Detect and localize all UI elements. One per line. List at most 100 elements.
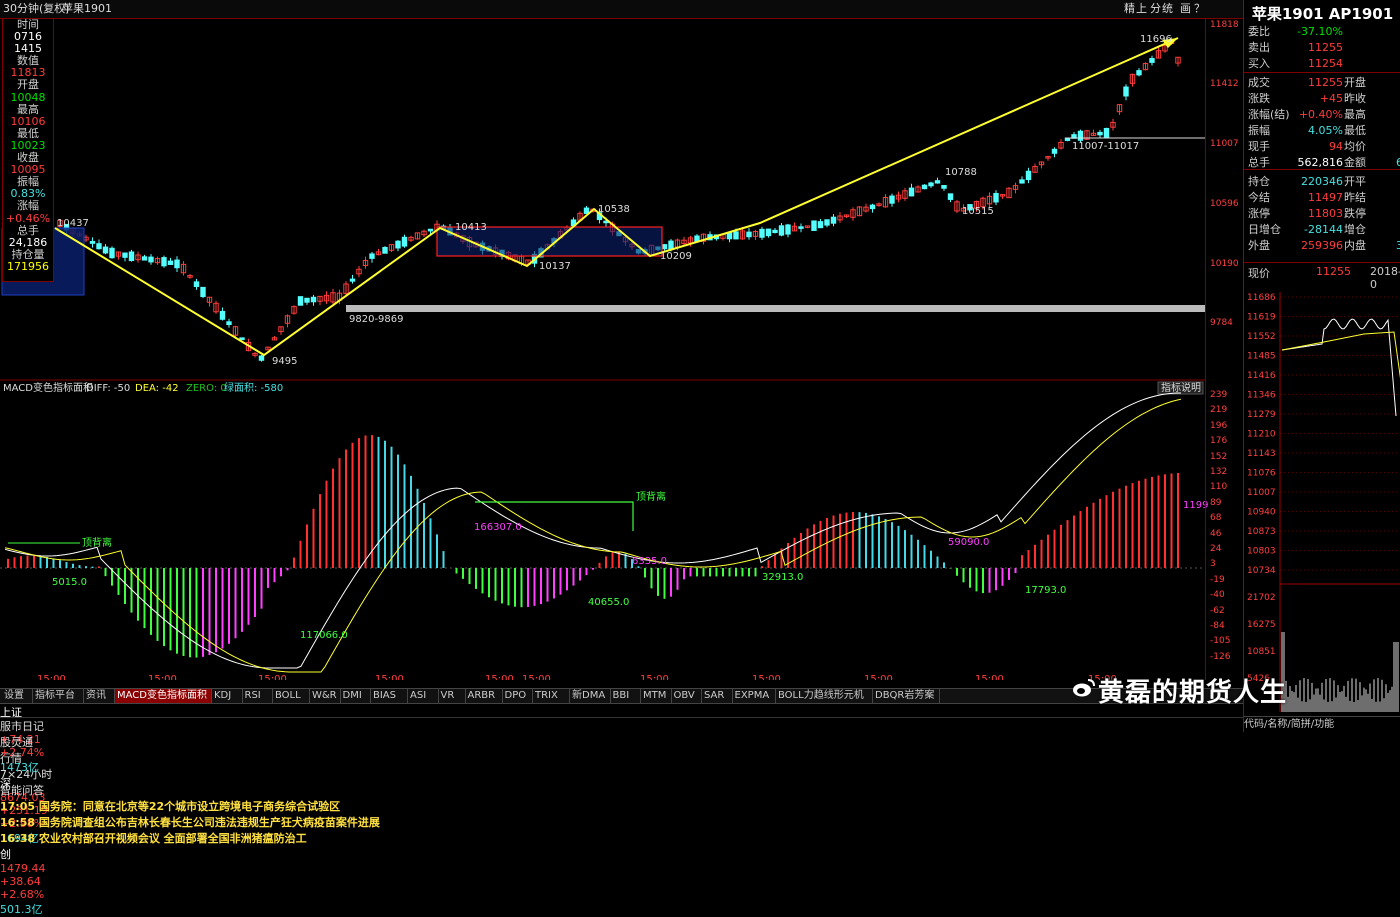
time-tick: 15:00	[37, 674, 66, 680]
news-item[interactable]: 16:38 农业农村部召开视频会议 全面部署全国非洲猪瘟防治工	[0, 830, 1243, 846]
candle-body	[401, 236, 408, 247]
candle-body	[102, 246, 109, 254]
candle	[882, 194, 889, 208]
info-value: +0.46%	[5, 211, 51, 225]
tab-8[interactable]: DMI	[341, 689, 371, 703]
candle	[895, 191, 902, 203]
news-item[interactable]: 16:58 国务院调查组公布吉林长春长生公司违法违规生产狂犬病疫苗案件进展	[0, 814, 1243, 830]
mini-price-tick: 11279	[1247, 410, 1276, 420]
tool-btn-2[interactable]: 上	[1136, 0, 1147, 18]
candle-body	[219, 310, 226, 320]
tab-6[interactable]: BOLL	[273, 689, 310, 703]
candle-body	[167, 260, 174, 265]
mini-price-tick: 11143	[1247, 449, 1276, 459]
candle	[154, 256, 161, 265]
tab-19[interactable]: SAR	[702, 689, 733, 703]
candle	[798, 223, 804, 233]
candle	[876, 202, 882, 207]
tab-21[interactable]: BOLL力趋线形元机	[776, 689, 873, 703]
candle-body	[661, 244, 668, 250]
period-label[interactable]: 30分钟(复权)	[3, 0, 70, 18]
candle	[193, 278, 200, 290]
support-label: 9820-9869	[349, 314, 404, 325]
tab-10[interactable]: ASI	[408, 689, 439, 703]
quote-key: 今结	[1248, 191, 1270, 204]
candle-body	[1077, 130, 1084, 141]
tab-17[interactable]: MTM	[641, 689, 672, 703]
candle	[889, 193, 895, 207]
tool-btn-5[interactable]: 画	[1180, 0, 1191, 18]
tab-13[interactable]: DPO	[503, 689, 533, 703]
mini-vol-tick: 21702	[1247, 593, 1276, 603]
news-tab[interactable]: 智能问答	[0, 782, 1243, 798]
news-item[interactable]: 17:05 国务院：同意在北京等22个城市设立跨境电子商务综合试验区	[0, 798, 1243, 814]
news-tab[interactable]: 行情	[0, 750, 1243, 766]
code-search-box[interactable]: 代码/名称/简拼/功能	[1244, 716, 1400, 732]
tab-3[interactable]: MACD变色指标面积	[115, 689, 212, 703]
candle-body	[733, 231, 739, 240]
candle-body	[161, 257, 167, 267]
candle-body	[934, 180, 941, 184]
info-label: 开盘	[17, 78, 39, 92]
tab-11[interactable]: VR	[439, 689, 466, 703]
tab-15[interactable]: 新DMA	[570, 689, 611, 703]
tab-20[interactable]: EXPMA	[733, 689, 776, 703]
candle-body	[759, 228, 765, 238]
tab-1[interactable]: 指标平台	[33, 689, 84, 703]
intraday-minute-chart[interactable]: 11686 11619 11552 11485 11416 11346 11279 11210…	[1244, 292, 1400, 712]
tab-7[interactable]: W&R	[310, 689, 341, 703]
tab-22[interactable]: DBQR岩芳案	[873, 689, 940, 703]
tab-16[interactable]: BBI	[611, 689, 641, 703]
candle	[115, 251, 122, 260]
tab-14[interactable]: TRIX	[533, 689, 570, 703]
candle	[89, 237, 96, 248]
news-ticker: 服市日记 股灵通 行情 7×24小时 智能问答 17:05 国务院：同意在北京等22个城市…	[0, 717, 1243, 845]
news-tab[interactable]: 7×24小时	[0, 766, 1243, 782]
news-tab[interactable]: 股灵通	[0, 734, 1243, 750]
candle	[323, 291, 330, 304]
quote-key: 开盘	[1344, 76, 1366, 89]
macd-tick: 152	[1210, 451, 1228, 462]
candle	[258, 354, 265, 362]
quote-key: 持仓	[1248, 175, 1270, 188]
macd-tick: -126	[1210, 651, 1231, 662]
info-value: 24,186	[8, 235, 48, 249]
quote-key: 日增仓	[1248, 223, 1281, 236]
macd-diff-line	[4, 392, 1182, 669]
tool-btn-3[interactable]: 分	[1150, 0, 1161, 18]
tab-12[interactable]: ARBR	[466, 689, 503, 703]
candle	[414, 232, 421, 240]
macd-tick: 24	[1210, 544, 1222, 554]
quote-row: 振幅 4.05% 最低	[1244, 123, 1400, 139]
index-value: +38.64	[0, 875, 41, 888]
tab-5[interactable]: RSI	[243, 689, 273, 703]
candle-body	[89, 240, 96, 244]
tab-4[interactable]: KDJ	[212, 689, 243, 703]
tool-btn-6[interactable]: ？	[1194, 0, 1205, 18]
candle	[681, 236, 687, 245]
quote-value: 3	[1396, 239, 1400, 252]
candle-body	[349, 278, 356, 282]
tab-18[interactable]: OBV	[672, 689, 702, 703]
tool-btn-4[interactable]: 统	[1162, 0, 1173, 18]
tab-2[interactable]: 资讯	[84, 689, 115, 703]
candle	[356, 265, 362, 278]
macd-tick: -84	[1210, 621, 1225, 631]
candle	[304, 297, 310, 305]
quote-row: 外盘 259396 内盘 3	[1244, 238, 1400, 254]
info-label: 涨幅	[17, 199, 39, 213]
candle	[213, 300, 219, 314]
tool-btn-1[interactable]: 精	[1124, 0, 1135, 18]
macd-dea: DEA: -42	[135, 383, 179, 394]
candle	[785, 223, 791, 238]
mini-price-line	[1281, 318, 1397, 417]
candle-body	[304, 297, 310, 303]
candle	[271, 335, 278, 341]
candle-body	[395, 240, 401, 249]
macd-tick: 239	[1210, 390, 1228, 400]
kline-and-macd-chart[interactable]: 11696 11007-11017 10788 10515 10538 10413 1013…	[0, 18, 1243, 680]
macd-tick: 196	[1210, 420, 1228, 431]
tab-9[interactable]: BIAS	[371, 689, 408, 703]
quote-value: 11803	[1308, 207, 1343, 220]
tab-0[interactable]: 设置	[2, 689, 33, 703]
